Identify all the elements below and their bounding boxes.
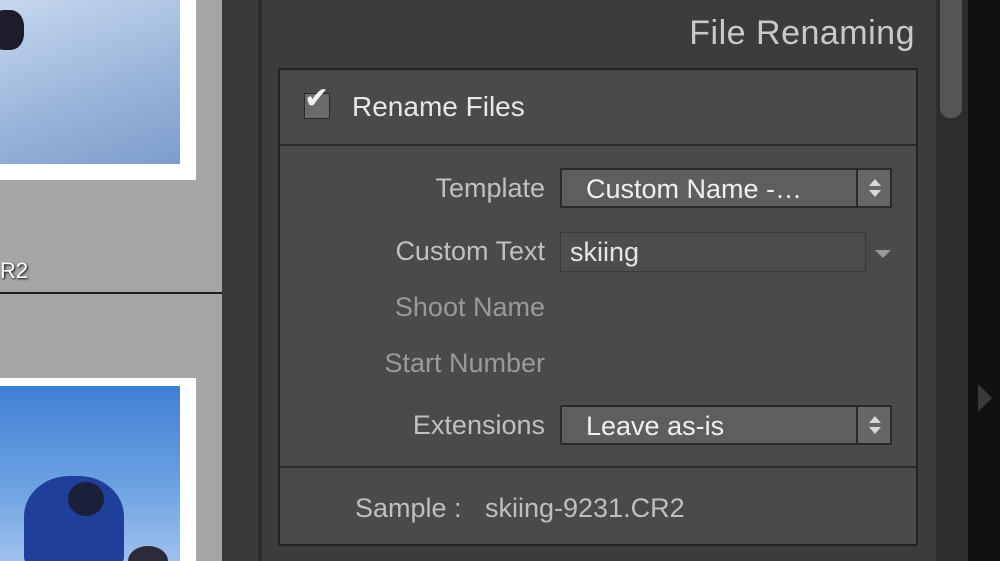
chevron-down-icon[interactable]	[875, 250, 891, 258]
section-divider-bottom	[280, 466, 916, 468]
thumbnail-1-skier-shape	[0, 10, 24, 50]
scrollbar-thumb[interactable]	[940, 0, 962, 118]
thumbnail-1-filename: R2	[0, 258, 29, 283]
custom-text-input[interactable]: skiing	[560, 232, 866, 272]
sample-label: Sample :	[355, 493, 462, 523]
extensions-select[interactable]: Leave as-is	[560, 405, 892, 445]
template-select[interactable]: Custom Name -…	[560, 168, 892, 208]
thumbnail-2-helmet-shape	[68, 482, 104, 516]
template-label: Template	[435, 173, 545, 203]
custom-text-value: skiing	[570, 237, 640, 267]
up-down-stepper-icon[interactable]	[856, 407, 890, 443]
up-down-stepper-icon[interactable]	[856, 170, 890, 206]
thumbnail-2-skier2-shape	[128, 546, 168, 561]
thumbnail-2[interactable]	[0, 378, 196, 561]
custom-text-label: Custom Text	[395, 236, 545, 266]
checkmark-icon: ✔	[304, 82, 330, 115]
thumbnail-1[interactable]	[0, 0, 196, 180]
grid-cell-divider	[0, 292, 222, 294]
extensions-select-value: Leave as-is	[586, 411, 725, 441]
start-number-label: Start Number	[384, 348, 545, 378]
section-divider-top	[280, 144, 916, 146]
shoot-name-label: Shoot Name	[394, 292, 545, 322]
triangle-right-icon[interactable]	[978, 384, 992, 412]
extensions-label: Extensions	[412, 410, 545, 440]
panel-gutter	[222, 0, 262, 561]
panel-title[interactable]: File Renaming	[689, 14, 915, 53]
template-select-value: Custom Name -…	[586, 174, 803, 204]
rename-files-label[interactable]: Rename Files	[352, 91, 525, 123]
right-panel-edge	[968, 0, 1000, 561]
photo-grid: R2	[0, 0, 222, 561]
thumbnail-1-image	[0, 0, 180, 164]
sample-value: skiing-9231.CR2	[485, 493, 685, 523]
thumbnail-2-image	[0, 386, 180, 561]
